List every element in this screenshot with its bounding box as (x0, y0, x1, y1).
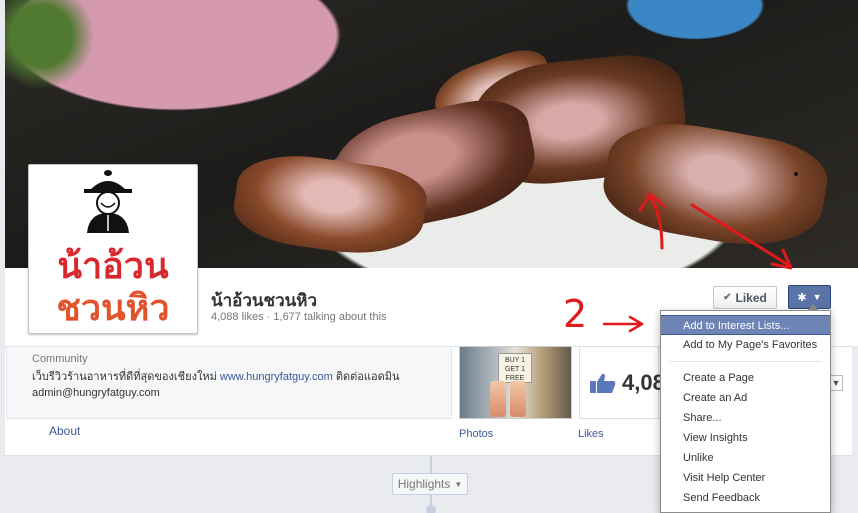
liked-label: Liked (735, 290, 767, 305)
talking-stat: 1,677 talking about this (273, 311, 387, 323)
about-description: เว็บรีวิวร้านอาหารที่ดีที่สุดของเชียงใหม… (32, 369, 442, 401)
chevron-down-icon: ▼ (812, 292, 822, 302)
page-title[interactable]: น้าอ้วนชวนหิว (211, 287, 317, 314)
cover-food-piece (597, 111, 833, 259)
profile-picture[interactable]: น้าอ้วน ชวนหิว (28, 164, 198, 334)
menu-item-add-to-interest-lists[interactable]: Add to Interest Lists... (661, 315, 830, 335)
menu-item-view-insights[interactable]: View Insights (661, 428, 830, 448)
website-link[interactable]: www.hungryfatguy.com (220, 371, 333, 383)
check-icon: ✔ (723, 292, 732, 303)
about-link[interactable]: About (49, 424, 80, 438)
liked-button[interactable]: ✔ Liked (713, 286, 777, 309)
thumbs-up-icon (590, 373, 616, 393)
about-category: Community (32, 353, 88, 365)
menu-divider (669, 361, 822, 362)
page-stats: 4,088 likes · 1,677 talking about this (211, 311, 387, 323)
about-description-contact: ติดต่อแอดมิน (332, 371, 400, 383)
photo-drink (490, 381, 506, 417)
logo-text-line2: ชวนหิว (56, 287, 170, 329)
photos-thumbnail[interactable]: BUY 1 GET 1 FREE (459, 346, 572, 419)
settings-dropdown-menu: Add to Interest Lists... Add to My Page'… (660, 310, 831, 513)
menu-item-create-ad[interactable]: Create an Ad (661, 388, 830, 408)
chevron-down-icon: ▼ (454, 479, 463, 489)
menu-item-add-to-favorites[interactable]: Add to My Page's Favorites (661, 335, 830, 355)
likes-link[interactable]: Likes (578, 428, 604, 440)
menu-item-share[interactable]: Share... (661, 408, 830, 428)
gear-icon: ✱ (797, 291, 807, 304)
chevron-down-icon[interactable]: ▼ (829, 375, 843, 391)
logo-text-line1: น้าอ้วน (57, 245, 169, 287)
admin-email: admin@hungryfatguy.com (32, 387, 160, 399)
highlights-button[interactable]: Highlights ▼ (392, 473, 468, 495)
highlights-label: Highlights (397, 477, 451, 491)
mascot-logo-icon (84, 170, 132, 233)
timeline-dot (426, 505, 436, 513)
menu-item-help-center[interactable]: Visit Help Center (661, 468, 830, 488)
photo-drink (510, 381, 526, 417)
photo-sign: BUY 1 GET 1 FREE (498, 353, 532, 383)
menu-item-send-feedback[interactable]: Send Feedback (661, 488, 830, 508)
menu-item-create-page[interactable]: Create a Page (661, 368, 830, 388)
cover-greens (5, 0, 95, 90)
likes-count: 4,08 (622, 370, 665, 395)
photos-link[interactable]: Photos (459, 428, 493, 440)
likes-stat: 4,088 likes (211, 311, 264, 323)
menu-item-unlike[interactable]: Unlike (661, 448, 830, 468)
about-description-text: เว็บรีวิวร้านอาหารที่ดีที่สุดของเชียงใหม… (32, 371, 220, 383)
